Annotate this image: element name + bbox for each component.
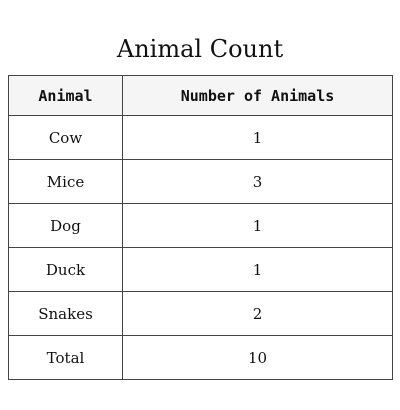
table-row: Dog 1 <box>8 203 393 248</box>
cell-count: 1 <box>122 203 393 248</box>
table-row: Cow 1 <box>8 115 393 160</box>
cell-total-label: Total <box>8 335 123 380</box>
animal-count-table: Animal Number of Animals Cow 1 Mice 3 Do… <box>8 75 393 380</box>
cell-animal: Duck <box>8 247 123 292</box>
cell-count: 1 <box>122 115 393 160</box>
column-header-number-of-animals: Number of Animals <box>122 75 393 116</box>
cell-animal: Snakes <box>8 291 123 336</box>
cell-count: 3 <box>122 159 393 204</box>
cell-count: 2 <box>122 291 393 336</box>
table-title: Animal Count <box>116 35 284 63</box>
cell-total-count: 10 <box>122 335 393 380</box>
column-header-animal: Animal <box>8 75 123 116</box>
cell-animal: Dog <box>8 203 123 248</box>
table-row: Duck 1 <box>8 247 393 292</box>
table-row-total: Total 10 <box>8 335 393 380</box>
cell-animal: Cow <box>8 115 123 160</box>
cell-animal: Mice <box>8 159 123 204</box>
table-row: Snakes 2 <box>8 291 393 336</box>
table-header-row: Animal Number of Animals <box>8 75 393 116</box>
cell-count: 1 <box>122 247 393 292</box>
table-row: Mice 3 <box>8 159 393 204</box>
